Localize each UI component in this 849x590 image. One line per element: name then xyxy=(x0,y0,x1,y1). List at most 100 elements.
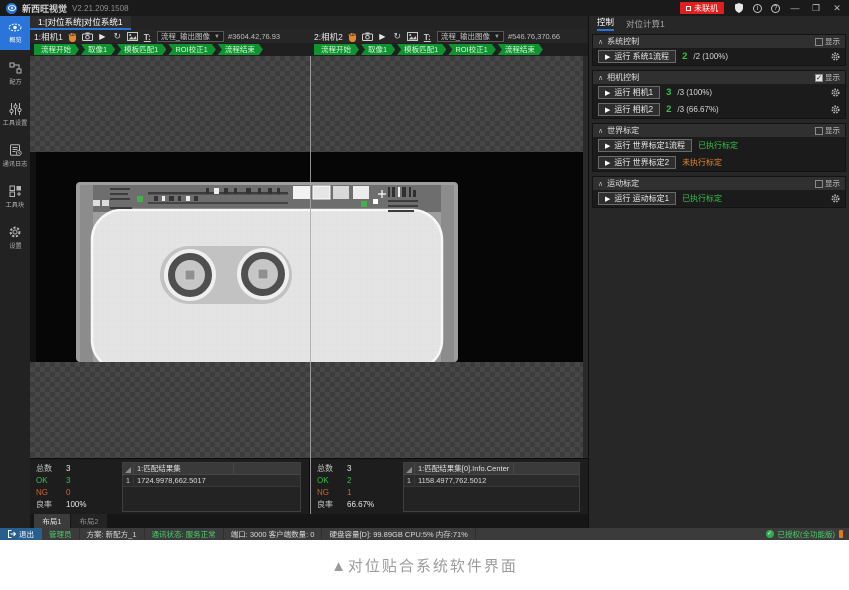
play-icon: ▶ xyxy=(605,159,610,167)
gear-icon[interactable] xyxy=(831,105,840,114)
sidebar-item-tool-blocks[interactable]: 工具块 xyxy=(0,180,30,214)
play-icon: ▶ xyxy=(605,195,610,203)
camera-icon[interactable] xyxy=(362,31,373,42)
play-icon: ▶ xyxy=(605,142,610,150)
app-window: 新西旺视觉 V2.21.209.1508 未联机 i ? — ❐ ✕ 概览 配方… xyxy=(0,0,849,540)
sidebar-item-recipe[interactable]: 配方 xyxy=(0,57,30,91)
transparency-checker-bottom xyxy=(30,362,583,458)
gear-icon[interactable] xyxy=(831,194,840,203)
refresh-icon[interactable]: ↻ xyxy=(112,31,123,42)
run-system-flow-button[interactable]: ▶运行 系统1流程 xyxy=(598,50,676,63)
flow-step[interactable]: 流程开始 xyxy=(314,44,359,55)
run-flow-icon[interactable]: ▶ xyxy=(97,31,108,42)
minimize-button[interactable]: — xyxy=(789,3,801,13)
flow-step[interactable]: ROI校正1 xyxy=(168,44,216,55)
yield-value: 66.67% xyxy=(347,500,374,509)
section-world-calibration: ∧ 世界标定 显示 ▶运行 世界标定1流程 已执行标定 ▶运行 世界标定2 未执… xyxy=(592,123,846,172)
show-checkbox[interactable]: 显示 xyxy=(815,36,840,47)
comm-status: 通讯状态: 服务正常 xyxy=(145,528,224,540)
camera2-results: 总数3 OK2 NG1 良率66.67% ↻ 1:匹配结果集[0].Info.C… xyxy=(311,459,588,515)
flow-step[interactable]: 流程结束 xyxy=(498,44,543,55)
run-camera1-button[interactable]: ▶运行 相机1 xyxy=(598,86,660,99)
sliders-icon xyxy=(9,103,22,115)
gear-icon[interactable] xyxy=(831,88,840,97)
run-motion-calib1-button[interactable]: ▶运行 运动标定1 xyxy=(598,192,676,205)
control-panel: 控制 对位计算1 ∧ 系统控制 显示 ▶运行 系统1流程 2 /2 (100%) xyxy=(588,16,849,528)
section-camera-control: ∧ 相机控制 ✓显示 ▶运行 相机1 3 /3 (100%) ▶运行 相机2 2… xyxy=(592,70,846,119)
result-column-header: 1:匹配结果集 xyxy=(134,463,233,474)
tab-layout2[interactable]: 布局2 xyxy=(71,514,107,528)
camera1-result-table[interactable]: 1:匹配结果集 11724.9978,662.5017 xyxy=(122,462,301,512)
sidebar-item-tool-settings[interactable]: 工具设置 xyxy=(0,98,30,132)
run-world-calib1-button[interactable]: ▶运行 世界标定1流程 xyxy=(598,139,692,152)
show-checkbox[interactable]: 显示 xyxy=(815,178,840,189)
image-viewport[interactable] xyxy=(30,56,588,458)
system-tab-row: 1:[对位系统]对位系统1 xyxy=(30,16,588,30)
table-corner-icon xyxy=(123,463,134,475)
show-checkbox[interactable]: 显示 xyxy=(815,125,840,136)
sidebar-item-overview[interactable]: 概览 xyxy=(0,16,30,50)
dongle-icon xyxy=(839,530,843,538)
close-button[interactable]: ✕ xyxy=(831,3,843,14)
camera1-results: 总数3 OK3 NG0 良率100% ↻ 1:匹配结果集 11724.9978,… xyxy=(30,459,310,515)
calib-status: 未执行标定 xyxy=(682,157,722,168)
flow-step[interactable]: 模板匹配1 xyxy=(117,44,166,55)
offline-status-button[interactable]: 未联机 xyxy=(680,2,724,14)
run-row: ▶运行 世界标定2 未执行标定 xyxy=(593,154,845,171)
grab-hand-icon[interactable] xyxy=(347,31,358,42)
tab-layout1[interactable]: 布局1 xyxy=(34,514,70,528)
play-icon: ▶ xyxy=(605,106,610,114)
layout-tab-bar: 布局1 布局2 xyxy=(30,514,588,528)
collapse-icon[interactable]: ∧ xyxy=(598,180,603,188)
sidebar-item-settings[interactable]: 设置 xyxy=(0,221,30,255)
info-icon[interactable]: i xyxy=(753,4,762,13)
run-camera2-button[interactable]: ▶运行 相机2 xyxy=(598,103,660,116)
collapse-icon[interactable]: ∧ xyxy=(598,38,603,46)
camera2-result-table[interactable]: 1:匹配结果集[0].Info.Center 11158.4977,762.50… xyxy=(403,462,580,512)
exit-button[interactable]: 退出 xyxy=(0,528,42,540)
grab-hand-icon[interactable] xyxy=(67,31,78,42)
tab-control[interactable]: 控制 xyxy=(597,16,614,31)
table-row[interactable]: 11158.4977,762.5012 xyxy=(404,475,579,487)
text-overlay-icon[interactable]: T: xyxy=(422,31,433,42)
collapse-icon[interactable]: ∧ xyxy=(598,127,603,135)
tab-alignment-calc[interactable]: 对位计算1 xyxy=(626,18,665,31)
flow-step[interactable]: 取像1 xyxy=(361,44,395,55)
flow-step[interactable]: 流程开始 xyxy=(34,44,79,55)
text-overlay-icon[interactable]: T: xyxy=(142,31,153,42)
run-count-suffix: /3 (66.67%) xyxy=(677,105,718,114)
refresh-icon[interactable]: ↻ xyxy=(392,31,403,42)
sidebar-item-comm-log[interactable]: 通讯日志 xyxy=(0,139,30,173)
gear-icon[interactable] xyxy=(831,52,840,61)
run-world-calib2-button[interactable]: ▶运行 世界标定2 xyxy=(598,156,676,169)
image-output-icon[interactable] xyxy=(127,31,138,42)
camera2-image-source-select[interactable]: 流程_输出图像▼ xyxy=(437,31,504,42)
control-tab-bar: 控制 对位计算1 xyxy=(589,16,849,31)
run-count-suffix: /3 (100%) xyxy=(677,88,712,97)
shield-icon[interactable] xyxy=(733,3,744,14)
play-icon: ▶ xyxy=(605,53,610,61)
camera-icon[interactable] xyxy=(82,31,93,42)
chevron-down-icon: ▼ xyxy=(214,34,220,40)
yield-value: 100% xyxy=(66,500,86,509)
flow-step[interactable]: 取像1 xyxy=(81,44,115,55)
tab-alignment-system[interactable]: 1:[对位系统]对位系统1 xyxy=(30,16,131,30)
exit-icon xyxy=(8,530,16,538)
checkbox-icon: ✓ xyxy=(815,74,823,82)
maximize-button[interactable]: ❐ xyxy=(810,3,822,14)
collapse-icon[interactable]: ∧ xyxy=(598,74,603,82)
show-checkbox[interactable]: ✓显示 xyxy=(815,72,840,83)
table-row[interactable]: 11724.9978,662.5017 xyxy=(123,475,300,487)
total-count: 3 xyxy=(347,464,351,473)
camera1-toolbar: 1:相机1 ▶ ↻ T: 流程_输出图像▼ #3604.42,76.93 xyxy=(30,30,310,43)
run-flow-icon[interactable]: ▶ xyxy=(377,31,388,42)
camera1-image-source-select[interactable]: 流程_输出图像▼ xyxy=(157,31,224,42)
help-icon[interactable]: ? xyxy=(771,4,780,13)
flow-step[interactable]: 流程结束 xyxy=(218,44,263,55)
flow-step[interactable]: 模板匹配1 xyxy=(397,44,446,55)
license-check-icon: ✓ xyxy=(766,530,774,538)
ng-count: 1 xyxy=(347,488,351,497)
flow-step[interactable]: ROI校正1 xyxy=(448,44,496,55)
panel-split-divider[interactable] xyxy=(310,56,311,514)
image-output-icon[interactable] xyxy=(407,31,418,42)
